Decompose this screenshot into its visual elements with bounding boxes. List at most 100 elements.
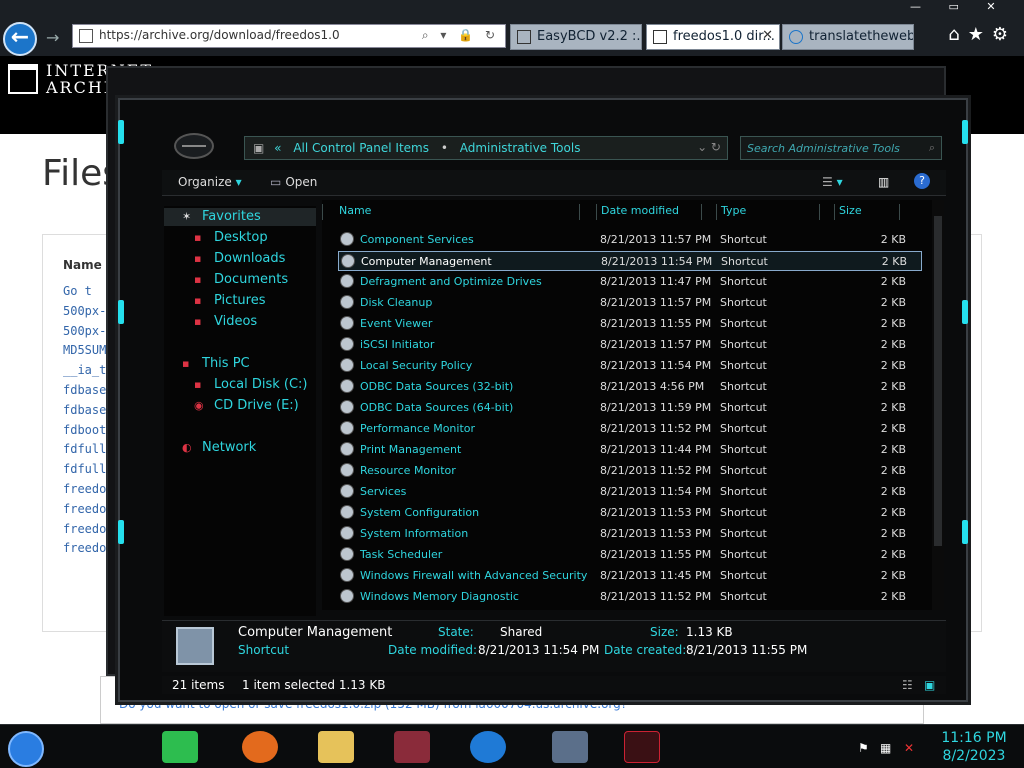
file-row[interactable]: Disk Cleanup 8/21/2013 11:57 PM Shortcut 2 … [338, 293, 922, 313]
column-header-date[interactable]: Date modified [596, 204, 702, 220]
address-actions[interactable]: ⌕ ▾ 🔒 ↻ [422, 28, 499, 43]
gear-icon[interactable]: ⚙ [992, 24, 1016, 45]
file-type: Shortcut [720, 527, 767, 540]
file-row[interactable]: System Configuration 8/21/2013 11:53 PM Sh… [338, 503, 922, 523]
file-row[interactable]: Component Services 8/21/2013 11:57 PM Shor… [338, 230, 922, 250]
breadcrumb[interactable]: ▣ « All Control Panel Items • Administra… [244, 136, 728, 160]
file-row[interactable]: Performance Monitor 8/21/2013 11:52 PM Sho… [338, 419, 922, 439]
forward-button[interactable]: → [46, 28, 59, 47]
column-header-type[interactable]: Type [716, 204, 820, 220]
nav-documents[interactable]: ▪ Documents [194, 272, 288, 287]
web-file-link[interactable]: Go t [63, 284, 92, 298]
shortcut-icon [340, 337, 354, 351]
scrollbar-thumb[interactable] [934, 216, 942, 546]
file-size: 2 KB [880, 338, 906, 351]
start-button[interactable] [8, 731, 44, 767]
back-forward-orb[interactable] [174, 133, 214, 159]
nav-pictures[interactable]: ▪ Pictures [194, 293, 265, 308]
breadcrumb-prefix: « [274, 141, 282, 155]
window-controls[interactable]: — ▭ ✕ [904, 0, 1024, 16]
file-type: Shortcut [720, 485, 767, 498]
favorites-star-icon[interactable]: ★ [968, 24, 992, 45]
flag-icon[interactable]: ⚑ [858, 741, 869, 755]
internet-explorer-icon[interactable] [470, 731, 506, 763]
back-button[interactable]: ← [3, 22, 37, 56]
nav-network[interactable]: ◐ Network [182, 440, 256, 455]
view-options-icon[interactable]: ☰ ▾ [822, 175, 843, 189]
file-row[interactable]: Resource Monitor 8/21/2013 11:52 PM Shortc… [338, 461, 922, 481]
file-explorer-icon[interactable] [318, 731, 354, 763]
file-row[interactable]: System Information 8/21/2013 11:53 PM Shor… [338, 524, 922, 544]
archive-pillars-icon [8, 64, 38, 94]
file-row[interactable]: Computer Management 8/21/2013 11:54 PM Sho… [338, 251, 922, 271]
file-row[interactable]: Windows Firewall with Advanced Security 8… [338, 566, 922, 586]
help-icon[interactable]: ? [914, 173, 930, 189]
breadcrumb-admin-tools[interactable]: Administrative Tools [460, 141, 581, 155]
vertical-scrollbar[interactable] [932, 200, 944, 610]
column-header-name[interactable]: Name [322, 204, 580, 220]
frame-accent [118, 120, 124, 144]
active-app-icon[interactable] [624, 731, 660, 763]
file-size: 2 KB [880, 548, 906, 561]
breadcrumb-all-items[interactable]: All Control Panel Items [293, 141, 429, 155]
nav-favorites[interactable]: ✶ Favorites [182, 209, 261, 224]
file-row[interactable]: Local Security Policy 8/21/2013 11:54 PM S… [338, 356, 922, 376]
search-input[interactable]: Search Administrative Tools ⌕ [740, 136, 942, 160]
details-view-icon[interactable]: ☷ [902, 678, 913, 692]
shortcut-icon [340, 505, 354, 519]
documents-icon: ▪ [194, 273, 202, 286]
volume-icon[interactable]: ✕ [904, 741, 914, 755]
file-name: ODBC Data Sources (32-bit) [360, 380, 514, 393]
file-list: Name Date modified Type Size Component S… [322, 200, 944, 610]
notes-app-icon[interactable] [162, 731, 198, 763]
file-row[interactable]: Services 8/21/2013 11:54 PM Shortcut 2 KB [338, 482, 922, 502]
frame-accent [962, 120, 968, 144]
tab-translate[interactable]: translatetheweb... [782, 24, 914, 50]
file-date: 8/21/2013 4:56 PM [600, 380, 705, 393]
organize-button[interactable]: Organize ▾ [178, 175, 242, 189]
file-date: 8/21/2013 11:57 PM [600, 338, 712, 351]
large-icons-view-icon[interactable]: ▣ [924, 678, 935, 692]
network-status-icon[interactable]: ▦ [880, 741, 891, 755]
firefox-icon[interactable] [242, 731, 278, 763]
nav-local-disk[interactable]: ▪ Local Disk (C:) [194, 377, 307, 392]
tab-easybcd[interactable]: EasyBCD v2.2 :... [510, 24, 642, 50]
file-name: Component Services [360, 233, 474, 246]
command-bar: Organize ▾ ▭ Open ☰ ▾ ▥ ? [162, 170, 946, 196]
refresh-icon[interactable]: ⌄ ↻ [697, 140, 721, 154]
back-arrow-icon: ← [10, 25, 30, 50]
archive-tab-icon [517, 30, 531, 44]
nav-cd-drive[interactable]: ◉ CD Drive (E:) [194, 398, 299, 413]
media-app-icon[interactable] [394, 731, 430, 763]
file-row[interactable]: iSCSI Initiator 8/21/2013 11:57 PM Shortcu… [338, 335, 922, 355]
file-date: 8/21/2013 11:57 PM [600, 233, 712, 246]
file-row[interactable]: Event Viewer 8/21/2013 11:55 PM Shortcut 2 … [338, 314, 922, 334]
close-tab-icon[interactable]: ✕ [762, 28, 773, 43]
file-date: 8/21/2013 11:55 PM [600, 548, 712, 561]
breadcrumb-separator-icon: • [440, 141, 448, 155]
home-icon[interactable]: ⌂ [948, 24, 967, 45]
tab-freedos[interactable]: freedos1.0 dir... ✕ [646, 24, 780, 50]
computer-app-icon[interactable] [552, 731, 588, 763]
web-file-link[interactable]: MD5SUM [63, 343, 106, 357]
file-type: Shortcut [720, 401, 767, 414]
file-row[interactable]: Task Scheduler 8/21/2013 11:55 PM Shortcut… [338, 545, 922, 565]
shortcut-icon [340, 316, 354, 330]
file-row[interactable]: Print Management 8/21/2013 11:44 PM Shortc… [338, 440, 922, 460]
file-type: Shortcut [720, 359, 767, 372]
file-name: Task Scheduler [360, 548, 443, 561]
file-row[interactable]: Defragment and Optimize Drives 8/21/2013 … [338, 272, 922, 292]
file-row[interactable]: ODBC Data Sources (32-bit) 8/21/2013 4:56… [338, 377, 922, 397]
column-header-size[interactable]: Size [834, 204, 900, 220]
file-row[interactable]: Windows Memory Diagnostic 8/21/2013 11:52… [338, 587, 922, 607]
open-button[interactable]: ▭ Open [270, 175, 317, 189]
nav-this-pc[interactable]: ▪ This PC [182, 356, 250, 371]
address-bar[interactable]: https://archive.org/download/freedos1.0 … [72, 24, 506, 48]
nav-videos[interactable]: ▪ Videos [194, 314, 257, 329]
preview-pane-icon[interactable]: ▥ [878, 175, 889, 189]
file-row[interactable]: ODBC Data Sources (64-bit) 8/21/2013 11:5… [338, 398, 922, 418]
nav-desktop[interactable]: ▪ Desktop [194, 230, 268, 245]
nav-downloads[interactable]: ▪ Downloads [194, 251, 285, 266]
archive-tab-icon [653, 30, 667, 44]
clock[interactable]: 11:16 PM 8/2/2023 [934, 729, 1014, 765]
